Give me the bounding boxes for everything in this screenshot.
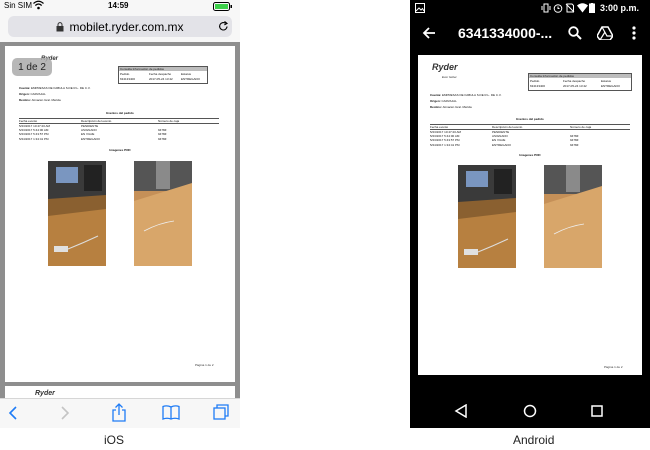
images-title-android: Imagenes POD <box>519 153 541 157</box>
event-cell: 9478Z <box>158 136 167 141</box>
android-status-bar: 3:00 p.m. <box>410 0 650 16</box>
ios-toolbar <box>0 398 240 428</box>
ios-status-bar: Sin SIM 14:59 <box>0 0 240 12</box>
order-col-pedido: Pedido <box>120 72 130 76</box>
ios-clock: 14:59 <box>108 1 129 10</box>
order-info-title-android: Consulta Información de pedidos <box>529 74 631 78</box>
back-icon[interactable] <box>8 406 18 420</box>
android-pdf-page-1[interactable]: Ryder Ever better. Consulta Información … <box>418 55 642 375</box>
pod-photo-1 <box>48 161 106 266</box>
gallery-notification-icon <box>415 3 425 13</box>
nav-recents-icon[interactable] <box>591 405 603 417</box>
ios-caption: iOS <box>104 433 125 447</box>
page-footer: Página 1 de 2 <box>195 363 214 367</box>
ryder-logo-page2: Ryder <box>35 390 55 397</box>
share-icon[interactable] <box>112 403 126 422</box>
android-clock: 3:00 p.m. <box>600 3 640 13</box>
url-field[interactable]: mobilet.ryder.com.mx <box>8 16 232 37</box>
field-origen-android: Origen: CARVAJAL <box>430 99 457 103</box>
order-val-fecha-android: 2017-05-24 13:42 <box>563 84 587 88</box>
events-title-android: Eventos del pedido <box>516 117 544 121</box>
forward-icon[interactable] <box>60 406 70 420</box>
order-val-fecha: 2017-05-24 13:42 <box>149 77 173 81</box>
pod-photo-2-android <box>544 165 602 268</box>
order-col-fecha-android: Fecha despacho <box>563 79 586 83</box>
bookmarks-icon[interactable] <box>162 405 180 420</box>
field-cuenta-android: Cuenta: EMPRESAS DE FABULA S.DE R.L. DE … <box>430 93 502 97</box>
events-rule-top-android <box>430 124 630 125</box>
document-title: 6341334000-... <box>458 25 553 41</box>
carrier-label: Sin SIM <box>4 1 33 10</box>
page-footer-android: Página 1 de 2 <box>604 365 623 369</box>
ryder-logo-android: Ryder <box>432 62 458 72</box>
wifi-icon-android <box>577 3 588 13</box>
order-val-pedido: 634133400 <box>120 77 136 81</box>
event-cell: 9478Z <box>570 142 579 147</box>
ryder-tagline: Ever better. <box>442 75 458 79</box>
vibrate-icon <box>541 3 551 13</box>
event-cell: 5/24/2017 1:34:41 PM <box>19 136 49 141</box>
reload-icon[interactable] <box>218 21 229 32</box>
order-val-pedido-android: 634133400 <box>530 84 546 88</box>
android-phone: 3:00 p.m. 6341334000-... Ryder Ever bett… <box>410 0 650 428</box>
order-val-estatus-android: ENTREGADO <box>601 84 621 88</box>
events-rule-top <box>19 118 219 119</box>
tabs-icon[interactable] <box>213 404 229 420</box>
battery-icon <box>213 2 233 11</box>
drive-icon[interactable] <box>597 26 613 40</box>
pod-photo-1-android <box>458 165 516 268</box>
ios-address-bar: mobilet.ryder.com.mx <box>0 12 240 42</box>
event-cell: 5/24/2017 1:34:41 PM <box>430 142 460 147</box>
pdf-content-android: Ryder Ever better. Consulta Información … <box>418 55 642 375</box>
order-col-estatus: Estatus <box>181 72 192 76</box>
nosim-icon <box>565 3 575 13</box>
images-title: Imagenes POD <box>109 148 131 152</box>
search-icon[interactable] <box>568 26 582 40</box>
ios-phone: Sin SIM 14:59 mobilet.ryder.com.mx Ryder… <box>0 0 240 428</box>
nav-back-icon[interactable] <box>454 404 468 418</box>
nav-home-icon[interactable] <box>523 404 537 418</box>
order-info-title: Consulta Información de pedidos <box>119 67 207 71</box>
back-arrow-icon[interactable] <box>422 26 436 40</box>
order-col-estatus-android: Estatus <box>601 79 612 83</box>
order-info-box-android: Consulta Información de pedidos Pedido F… <box>528 73 632 91</box>
url-text: mobilet.ryder.com.mx <box>69 19 184 34</box>
field-destino: Destino: Almacén Gral. Mérida <box>19 98 61 102</box>
field-origen: Origen: CARVAJAL <box>19 92 46 96</box>
pod-photo-2 <box>134 161 192 266</box>
events-title: Eventos del pedido <box>106 111 134 115</box>
order-val-estatus: ENTREGADO <box>181 77 201 81</box>
battery-icon-android <box>589 3 595 13</box>
lock-icon <box>56 21 64 32</box>
android-caption: Android <box>513 433 555 447</box>
field-cuenta: Cuenta: EMPRESAS DE FABULA S.DE R.L. DE … <box>19 86 91 90</box>
page-indicator: 1 de 2 <box>12 58 52 76</box>
field-destino-android: Destino: Almacén Gral. Mérida <box>430 105 472 109</box>
order-info-box: Consulta Información de pedidos Pedido F… <box>118 66 208 84</box>
pdf-content: Ryder Consulta Información de pedidos Pe… <box>5 46 235 382</box>
order-col-fecha: Fecha despacho <box>149 72 172 76</box>
android-app-bar: 6341334000-... <box>410 16 650 52</box>
ios-pdf-page-1[interactable]: Ryder Consulta Información de pedidos Pe… <box>5 46 235 382</box>
event-cell: ENTREGADO <box>81 136 101 141</box>
more-options-icon[interactable] <box>632 26 636 40</box>
order-col-pedido-android: Pedido <box>530 79 540 83</box>
wifi-icon <box>33 0 44 10</box>
event-cell: ENTREGADO <box>492 142 512 147</box>
alarm-icon <box>553 3 563 13</box>
android-nav-bar <box>410 396 650 428</box>
